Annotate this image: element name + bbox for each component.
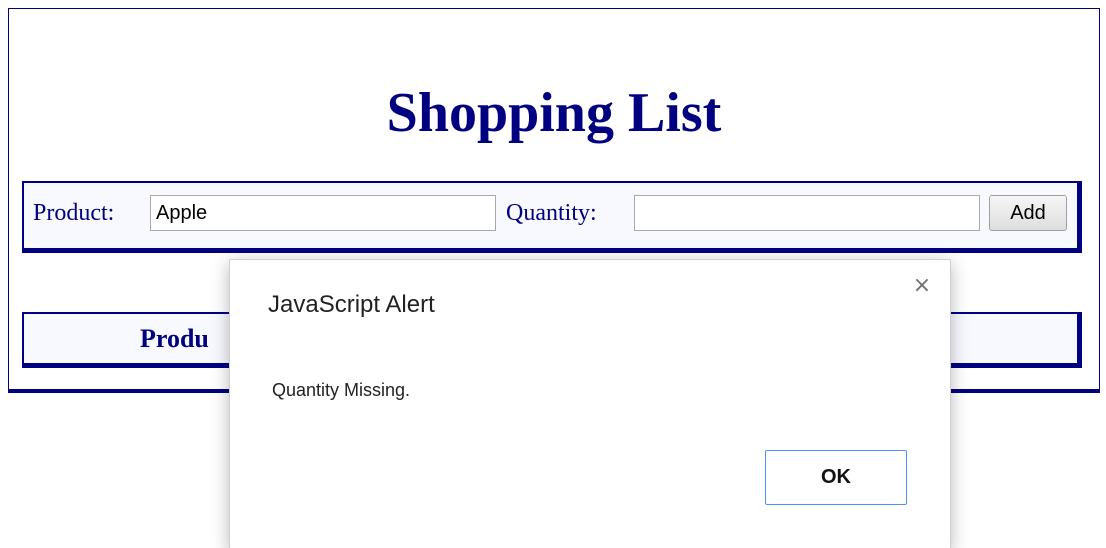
add-button[interactable]: Add <box>989 195 1067 231</box>
product-label: Product: <box>33 200 115 226</box>
close-icon[interactable]: × <box>910 274 934 298</box>
page-title: Shopping List <box>386 82 722 144</box>
table-header-product: Produ <box>140 324 209 353</box>
quantity-label: Quantity: <box>506 200 597 226</box>
javascript-alert-dialog: JavaScript Alert × Quantity Missing. OK <box>229 259 951 548</box>
add-item-form: Product: Quantity: Add <box>22 181 1082 253</box>
quantity-input[interactable] <box>634 195 980 231</box>
ok-button[interactable]: OK <box>765 450 907 505</box>
alert-title: JavaScript Alert <box>268 291 435 318</box>
alert-message: Quantity Missing. <box>272 380 411 400</box>
product-input[interactable] <box>150 195 496 231</box>
